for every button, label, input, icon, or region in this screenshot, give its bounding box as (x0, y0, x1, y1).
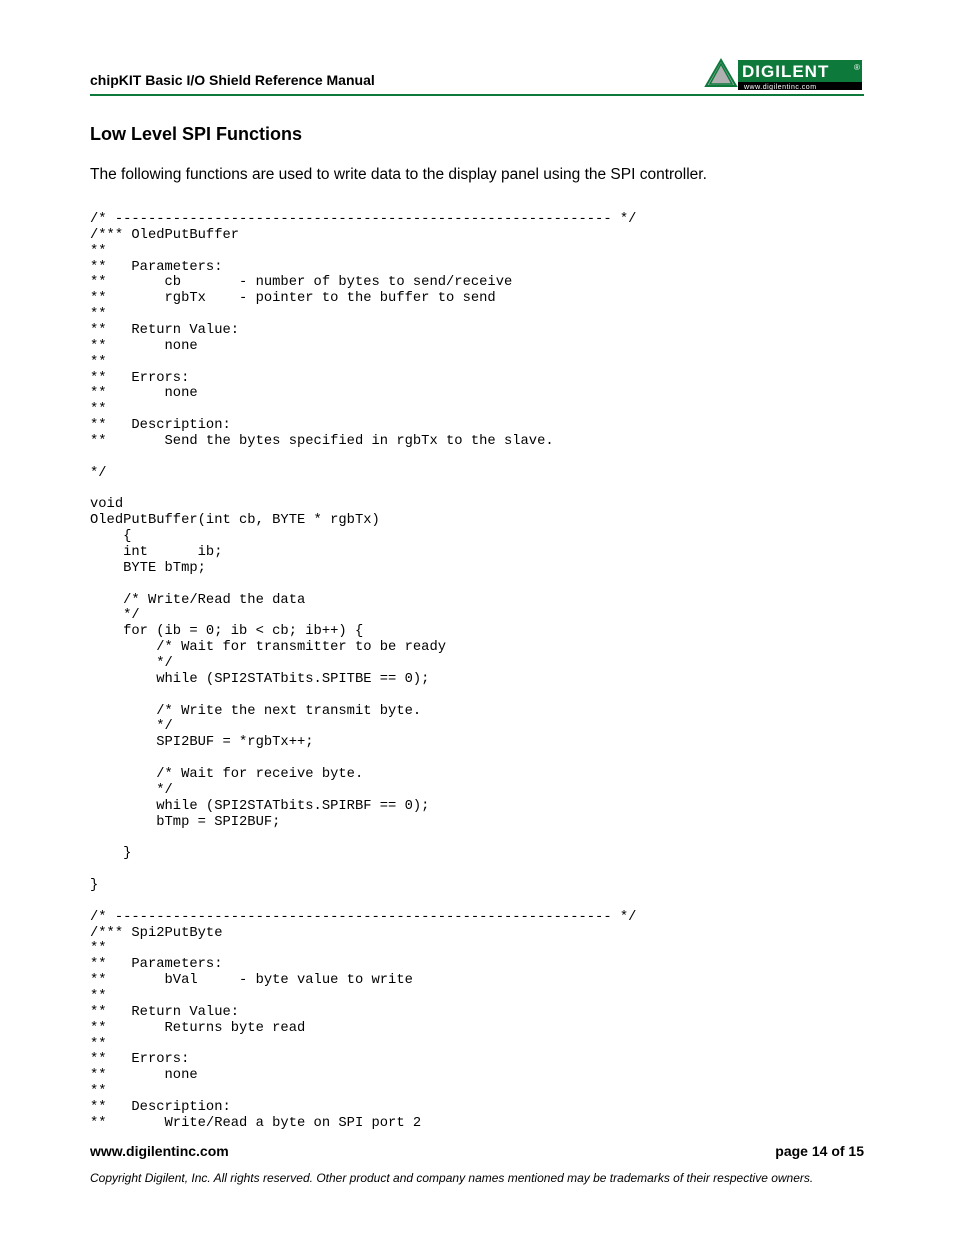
footer-site: www.digilentinc.com (90, 1143, 229, 1159)
doc-title: chipKIT Basic I/O Shield Reference Manua… (90, 72, 375, 92)
footer-page-number: page 14 of 15 (775, 1143, 864, 1159)
header-rule (90, 94, 864, 96)
svg-text:DIGILENT: DIGILENT (742, 62, 829, 81)
copyright-notice: Copyright Digilent, Inc. All rights rese… (90, 1171, 864, 1185)
code-block: /* -------------------------------------… (90, 212, 864, 1132)
section-heading: Low Level SPI Functions (90, 124, 864, 145)
intro-paragraph: The following functions are used to writ… (90, 165, 864, 186)
page-footer: www.digilentinc.com page 14 of 15 Copyri… (90, 1143, 864, 1185)
footer-row: www.digilentinc.com page 14 of 15 (90, 1143, 864, 1159)
svg-text:®: ® (854, 63, 860, 72)
page-header: chipKIT Basic I/O Shield Reference Manua… (90, 58, 864, 92)
logo: DIGILENT ® www.digilentinc.com (704, 58, 864, 92)
page: chipKIT Basic I/O Shield Reference Manua… (0, 0, 954, 1235)
svg-text:www.digilentinc.com: www.digilentinc.com (743, 84, 817, 91)
